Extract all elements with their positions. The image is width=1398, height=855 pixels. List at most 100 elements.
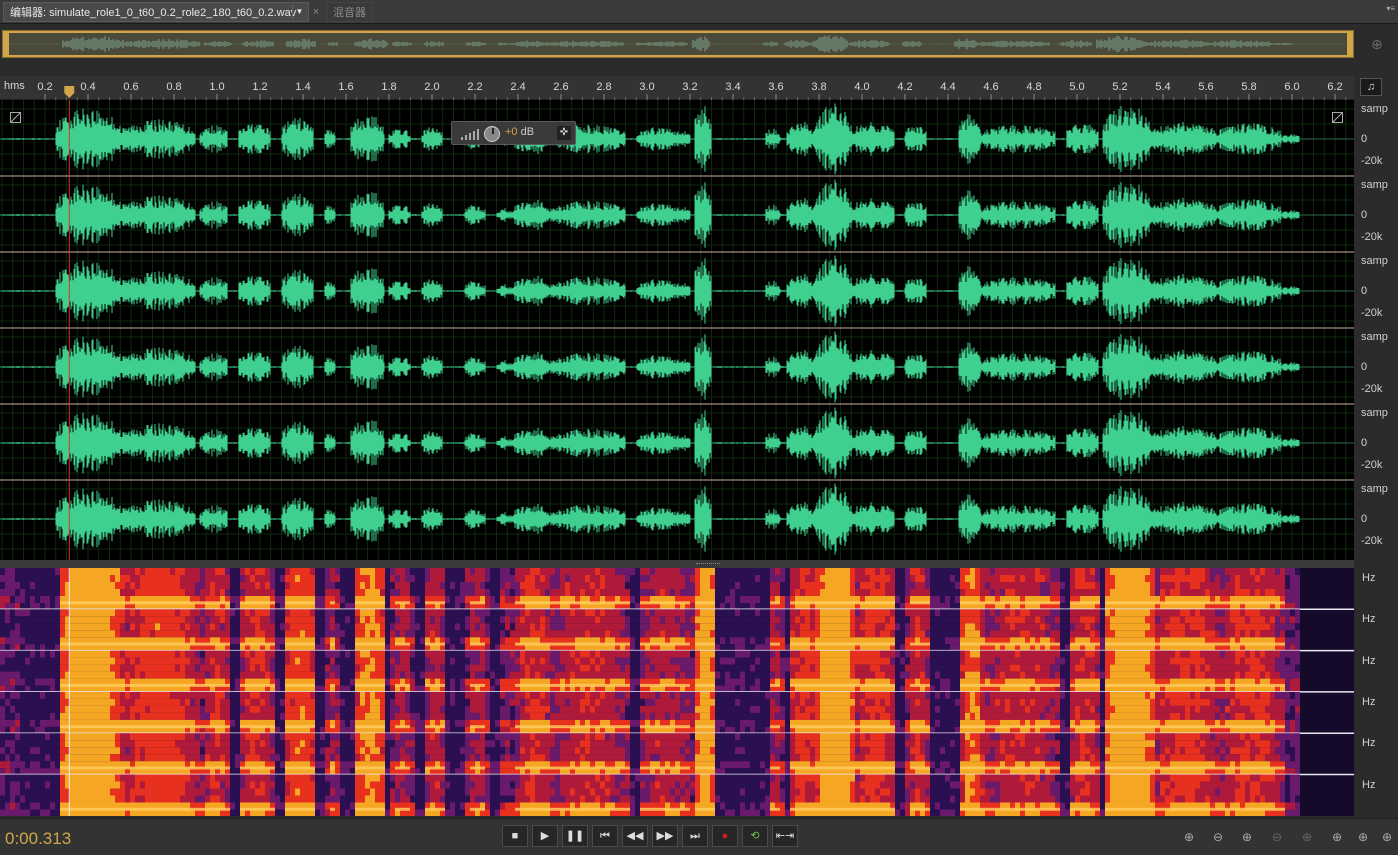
spectral-cell: [1010, 609, 1015, 617]
spectral-cell: [980, 623, 985, 631]
spectral-cell: [45, 568, 50, 575]
spectral-cell: [420, 650, 425, 658]
spectral-cell: [870, 623, 875, 631]
spectral-display[interactable]: [0, 568, 1354, 816]
spectral-cell: [335, 637, 340, 645]
overview-navigator[interactable]: [2, 30, 1354, 58]
spectral-cell: [520, 623, 525, 631]
spectral-cell: [835, 671, 840, 679]
spectral-cell: [1160, 575, 1165, 582]
spectral-cell: [715, 575, 720, 582]
spectral-cell: [340, 637, 345, 645]
spectral-cell: [460, 589, 465, 596]
spectral-cell: [490, 664, 495, 672]
spectral-cell: [640, 650, 645, 658]
spectral-harmonic: [195, 601, 200, 605]
spectral-cell: [1170, 582, 1175, 589]
fade-in-handle[interactable]: [10, 112, 21, 123]
spectral-cell: [1230, 589, 1235, 596]
waveform-display[interactable]: [0, 100, 1354, 560]
spectral-cell: [165, 623, 170, 631]
spectral-cell: [400, 664, 405, 672]
spectral-cell: [735, 650, 740, 658]
chevron-down-icon[interactable]: ▼: [292, 5, 306, 19]
spectral-cell: [750, 582, 755, 589]
spectral-cell: [515, 582, 520, 589]
spectral-cell: [710, 657, 715, 665]
spectral-cell: [965, 589, 970, 596]
spectral-harmonic: [550, 642, 555, 646]
spectral-harmonic: [875, 601, 880, 605]
spectral-cell: [485, 623, 490, 631]
spectral-cell: [475, 650, 480, 658]
spectral-cell: [510, 568, 515, 575]
spectral-cell: [335, 650, 340, 658]
close-icon[interactable]: ×: [310, 2, 322, 22]
spectral-cell: [650, 568, 655, 575]
spectral-harmonic: [195, 683, 200, 687]
tab-mixer[interactable]: 混音器: [326, 2, 373, 22]
panel-menu-icon[interactable]: ▾≡: [1386, 4, 1395, 13]
fade-out-handle[interactable]: [1332, 112, 1343, 123]
spectral-cell: [195, 568, 200, 575]
spectral-cell: [660, 582, 665, 589]
spectral-cell: [725, 630, 730, 638]
spectral-cell: [370, 650, 375, 658]
spectral-cell: [395, 623, 400, 631]
spectral-cell: [10, 678, 15, 686]
spectral-cell: [325, 616, 330, 624]
spectral-cell: [560, 650, 565, 658]
spectral-cell: [15, 657, 20, 665]
playhead-marker[interactable]: [64, 86, 75, 98]
zoom-navigator-icon[interactable]: ⊕: [1368, 36, 1386, 54]
spectral-harmonic: [1155, 642, 1160, 646]
tab-editor[interactable]: 编辑器: simulate_role1_0_t60_0.2_role2_180_…: [3, 2, 309, 22]
spectral-cell: [365, 664, 370, 672]
spectral-cell: [685, 657, 690, 665]
spectral-cell: [215, 616, 220, 624]
spectral-cell: [1015, 609, 1020, 617]
view-splitter[interactable]: [0, 560, 1354, 568]
spectral-cell: [615, 616, 620, 624]
spectral-cell: [1260, 609, 1265, 617]
spectral-harmonic: [155, 642, 160, 646]
spectral-cell: [340, 623, 345, 631]
pin-icon[interactable]: ✜: [557, 126, 571, 140]
spectral-cell: [1275, 582, 1280, 589]
spectral-cell: [295, 657, 300, 665]
spectral-cell: [785, 623, 790, 631]
spectral-cell: [805, 664, 810, 672]
spectral-cell: [145, 582, 150, 589]
spectral-cell: [125, 616, 130, 624]
spectral-cell: [575, 623, 580, 631]
spectral-cell: [555, 623, 560, 631]
spectral-cell: [725, 616, 730, 624]
spectral-cell: [35, 623, 40, 631]
spectral-cell: [570, 609, 575, 617]
spectral-cell: [855, 616, 860, 624]
spectral-cell: [190, 650, 195, 658]
spectral-cell: [605, 671, 610, 679]
spectral-cell: [195, 657, 200, 665]
spectral-harmonic: [645, 642, 650, 646]
spectral-cell: [595, 589, 600, 596]
spectral-cell: [425, 664, 430, 672]
time-ruler[interactable]: 0.2 0.4 0.6 0.8 1.0 1.2 1.4 1.6 1.8 2.0 2.2 2.4 2.6 2…: [0, 76, 1354, 100]
volume-knob-icon[interactable]: [484, 126, 500, 142]
spectral-cell: [660, 671, 665, 679]
spectral-cell: [745, 609, 750, 617]
spectral-cell: [45, 637, 50, 645]
spectral-cell: [1030, 589, 1035, 596]
splitter-grip[interactable]: [696, 563, 720, 565]
spectral-harmonic: [1105, 642, 1110, 646]
volume-value[interactable]: +0 dB: [505, 126, 534, 138]
spectral-harmonic: [970, 642, 975, 646]
volume-hud[interactable]: +0 dB ✜: [451, 121, 576, 145]
headphone-icon[interactable]: ♫: [1360, 78, 1382, 96]
spectral-cell: [755, 650, 760, 658]
spectral-cell: [1190, 609, 1195, 617]
spectral-cell: [70, 616, 75, 624]
spectral-cell: [80, 589, 85, 596]
spectral-harmonic: [1130, 642, 1135, 646]
spectral-harmonic: [265, 683, 270, 687]
